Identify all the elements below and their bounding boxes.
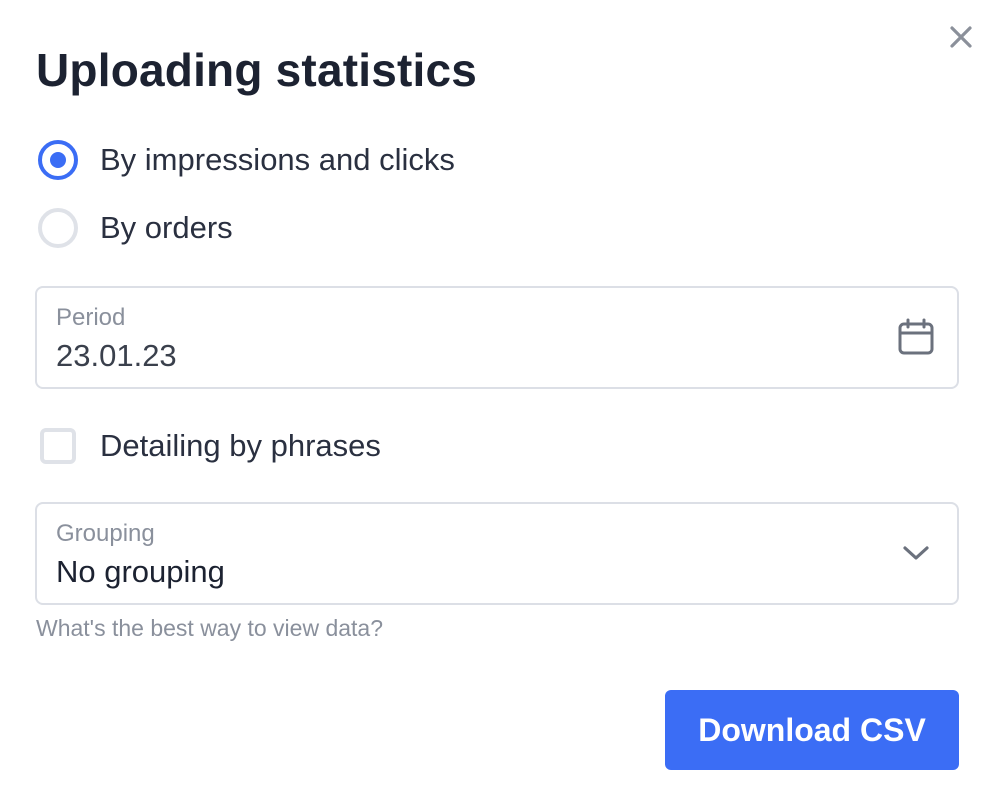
checkbox-label: Detailing by phrases [100,428,381,463]
close-icon [949,25,973,54]
chevron-down-icon[interactable] [895,532,937,574]
close-button[interactable] [944,22,978,56]
period-value: 23.01.23 [56,338,177,373]
dialog-title: Uploading statistics [36,44,478,96]
calendar-icon[interactable] [895,316,937,358]
grouping-hint: What's the best way to view data? [36,615,384,641]
period-label: Period [56,304,126,331]
grouping-select[interactable]: Grouping No grouping [35,502,959,605]
detailing-checkbox[interactable] [40,428,76,464]
grouping-value: No grouping [56,554,225,589]
radio-option-orders[interactable]: By orders [38,206,233,250]
radio-option-impressions-clicks[interactable]: By impressions and clicks [38,138,455,182]
period-field[interactable]: Period 23.01.23 [35,286,959,389]
radio-button-unchecked[interactable] [38,208,78,248]
download-csv-button[interactable]: Download CSV [665,690,959,770]
radio-label: By impressions and clicks [100,142,455,177]
radio-label: By orders [100,210,233,245]
upload-statistics-dialog: Uploading statistics By impressions and … [0,0,1000,804]
detailing-by-phrases-option[interactable]: Detailing by phrases [40,424,381,468]
radio-button-checked[interactable] [38,140,78,180]
grouping-label: Grouping [56,520,155,547]
